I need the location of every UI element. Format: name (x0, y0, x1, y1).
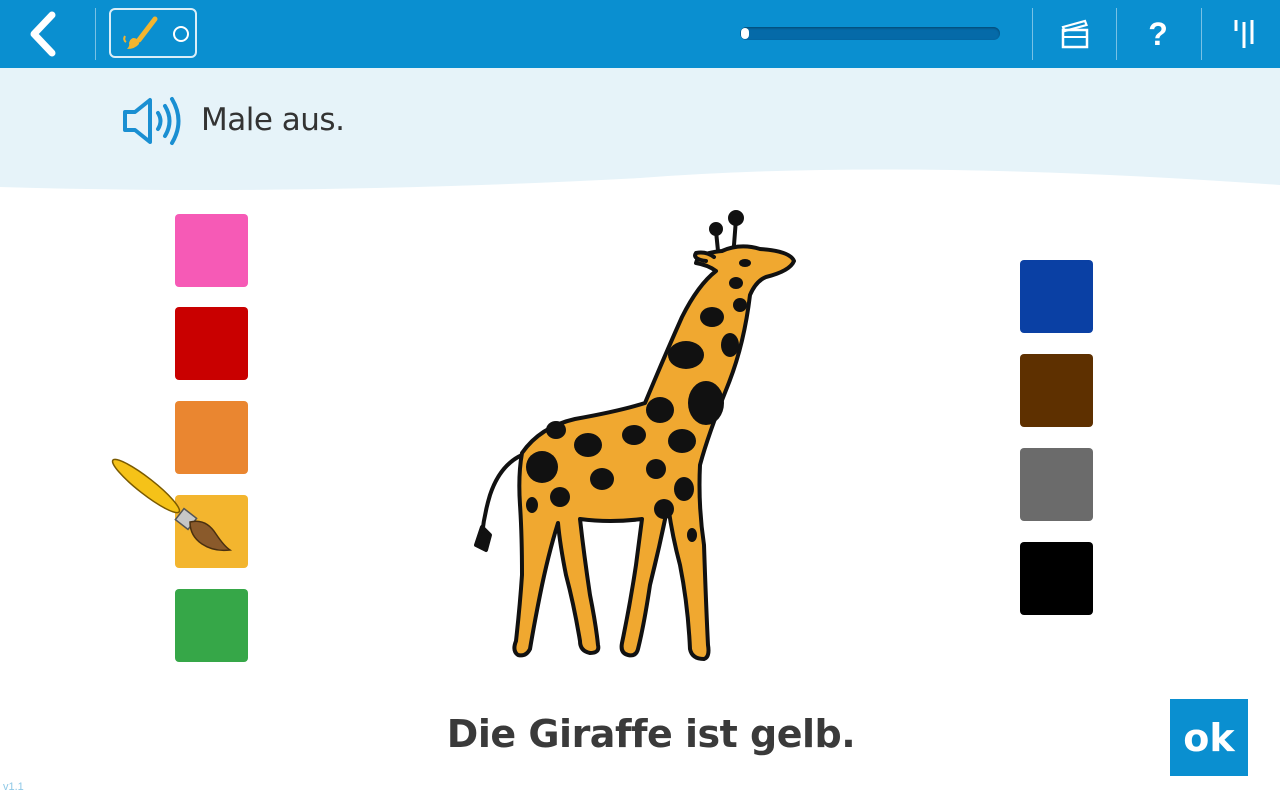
help-button[interactable]: ? (1134, 0, 1182, 68)
divider (95, 8, 96, 60)
color-swatch-orange[interactable] (175, 401, 248, 474)
divider (1032, 8, 1033, 60)
color-swatch-blue[interactable] (1020, 260, 1093, 333)
progress-bar (740, 27, 1000, 40)
color-swatch-brown[interactable] (1020, 354, 1093, 427)
color-swatch-yellow[interactable] (175, 495, 248, 568)
color-swatch-black[interactable] (1020, 542, 1093, 615)
color-swatch-green[interactable] (175, 589, 248, 662)
chevron-left-icon (30, 11, 56, 57)
tally-icon (1234, 20, 1254, 48)
paintbrush-icon (123, 16, 158, 49)
speaker-icon (123, 97, 181, 145)
paint-mode-button[interactable] (109, 8, 197, 58)
instruction-text: Male aus. (201, 102, 345, 138)
divider (1201, 8, 1202, 60)
instruction-band (0, 68, 1280, 190)
menu-button[interactable] (1220, 0, 1268, 68)
progress-fill (741, 28, 749, 39)
top-bar: ? (0, 0, 1280, 68)
color-swatch-red[interactable] (175, 307, 248, 380)
audio-button[interactable] (120, 94, 186, 148)
back-button[interactable] (18, 0, 68, 68)
version-label: v1.1 (3, 781, 24, 793)
divider (1116, 8, 1117, 60)
help-label: ? (1148, 16, 1168, 52)
color-swatch-gray[interactable] (1020, 448, 1093, 521)
answer-sentence: Die Giraffe ist gelb. (446, 712, 856, 756)
film-button[interactable] (1050, 0, 1100, 68)
circle-icon (173, 26, 189, 42)
clapperboard-icon (1061, 19, 1089, 49)
giraffe-picture[interactable] (460, 205, 810, 675)
color-swatch-pink[interactable] (175, 214, 248, 287)
ok-button[interactable]: ok (1170, 699, 1248, 776)
